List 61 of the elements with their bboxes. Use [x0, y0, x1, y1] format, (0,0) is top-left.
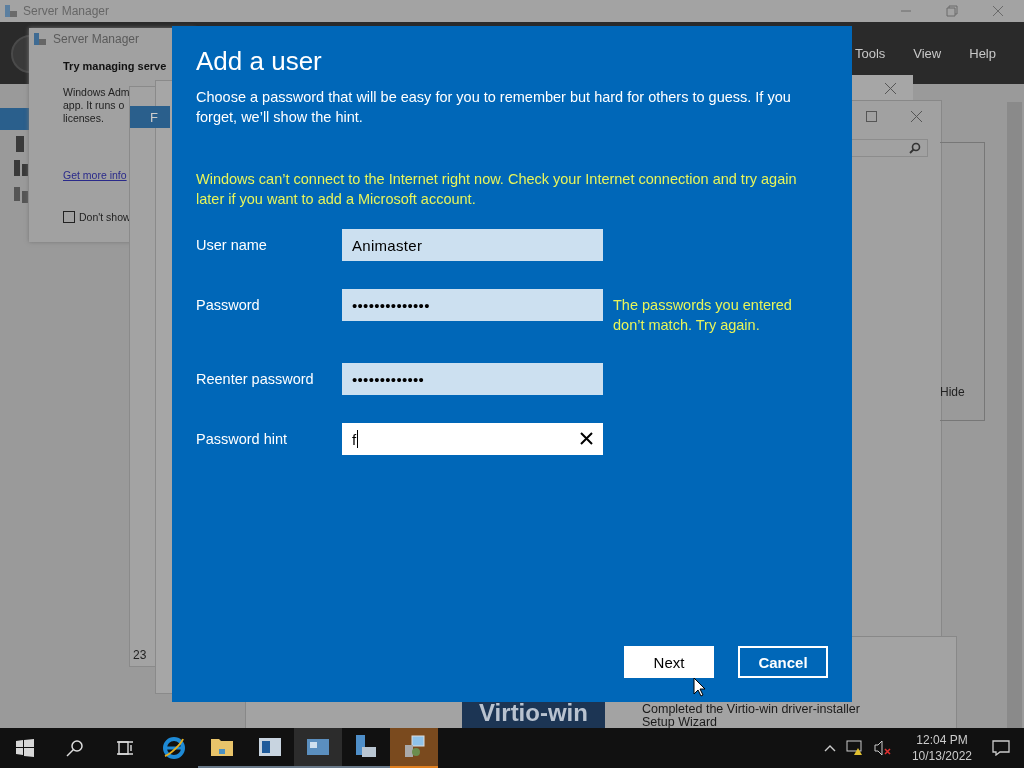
network-warning-icon[interactable] [845, 740, 864, 756]
browser-icon [162, 736, 186, 760]
popup-text: app. It runs o [63, 99, 125, 112]
nav-item[interactable] [0, 108, 30, 130]
installer-text: Completed the Virtio-win driver-installer [642, 703, 860, 716]
close-icon[interactable] [885, 83, 896, 94]
windows-start-icon[interactable] [16, 739, 34, 757]
monitor-icon [307, 739, 329, 755]
menu-item[interactable]: View [913, 46, 942, 61]
input-field[interactable]: •••••••••••••• [342, 289, 603, 321]
window-icon [259, 738, 281, 756]
app-button[interactable] [294, 728, 342, 768]
field-label: User name [196, 236, 268, 255]
folder-icon [210, 736, 234, 758]
dialog-description: Choose a password that will be easy for you to remember but hard for others to guess. If you forget, we’ll show the hint. [196, 88, 792, 127]
servers-icon[interactable] [14, 160, 28, 176]
task-view-icon[interactable] [116, 739, 134, 757]
server-icon [354, 735, 378, 759]
menu-item[interactable]: Help [969, 46, 996, 61]
cancel-button[interactable]: Cancel [738, 646, 828, 678]
more-info-link[interactable]: Get more info [63, 169, 127, 181]
servers-icon[interactable] [14, 187, 28, 203]
scrollbar[interactable] [1007, 102, 1022, 728]
clock-date[interactable]: 10/13/2022 [911, 748, 972, 764]
maximize-icon[interactable] [866, 111, 877, 122]
warning-text: Windows can’t connect to the Internet right now. Check your Internet connection and try again later if you want to add a Microsoft account. [196, 170, 798, 209]
error-text: The passwords you entered don’t match. Try again. [613, 296, 793, 335]
close-icon[interactable] [911, 111, 922, 122]
window-title: Server Manager [53, 32, 140, 46]
field-label: Password hint [196, 430, 289, 449]
server-icon [33, 32, 47, 46]
installer-icon [402, 735, 426, 759]
search-icon [909, 142, 921, 154]
input-field[interactable]: ••••••••••••• [342, 363, 603, 395]
menu-item[interactable]: Tools [854, 46, 886, 61]
field-label: Reenter password [196, 370, 315, 389]
input-field[interactable]: f [342, 423, 603, 455]
next-button[interactable]: Next [624, 646, 714, 678]
popup-text: licenses. [63, 112, 104, 125]
tab[interactable]: F [130, 106, 170, 128]
popup-heading: Try managing serve [63, 60, 168, 72]
clock-time[interactable]: 12:04 PM [916, 732, 968, 748]
field-label: Password [196, 296, 261, 315]
window-title: Server Manager [23, 4, 110, 18]
checkbox[interactable] [63, 211, 75, 223]
chevron-up-icon[interactable] [823, 744, 836, 752]
clear-icon[interactable] [580, 432, 593, 445]
server-icon [4, 4, 18, 18]
cursor-icon [693, 677, 706, 697]
server-icon[interactable] [14, 136, 26, 152]
dialog-title: Add a user [196, 46, 323, 77]
installer-text: Setup Wizard [642, 716, 719, 729]
number-label: 23 [133, 648, 147, 662]
notifications-icon[interactable] [992, 740, 1010, 756]
installer-button[interactable] [390, 728, 438, 768]
hide-link[interactable]: Hide [940, 385, 965, 399]
popup-text: Windows Adm [63, 86, 130, 99]
input-field[interactable]: Animaster [342, 229, 603, 261]
muted-speaker-icon[interactable] [873, 740, 892, 756]
search-field[interactable] [851, 139, 928, 157]
search-icon[interactable] [66, 739, 84, 757]
